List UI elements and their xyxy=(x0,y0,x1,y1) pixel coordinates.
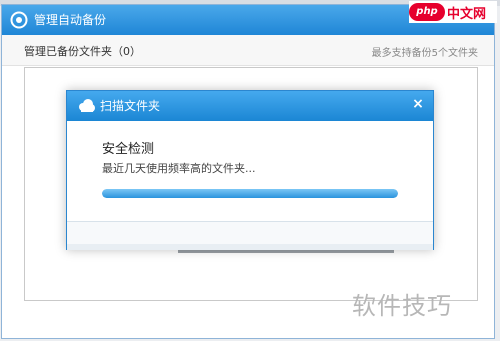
php-logo: php xyxy=(409,3,445,21)
bottom-watermark: 软件技巧 xyxy=(352,292,452,320)
gear-icon xyxy=(10,11,28,29)
scan-folder-dialog: 扫描文件夹 × 安全检测 最近几天使用频率高的文件夹... xyxy=(66,90,434,250)
dialog-body: 安全检测 最近几天使用频率高的文件夹... xyxy=(67,121,433,221)
close-button[interactable]: × xyxy=(407,93,429,115)
security-check-subtitle: 最近几天使用频率高的文件夹... xyxy=(102,162,256,175)
progress-fill xyxy=(102,189,398,198)
main-title: 管理自动备份 xyxy=(34,13,107,27)
dialog-footer xyxy=(67,221,433,250)
progress-bar xyxy=(102,189,398,198)
dialog-titlebar[interactable]: 扫描文件夹 × xyxy=(67,91,433,121)
security-check-title: 安全检测 xyxy=(102,142,155,157)
cloud-icon xyxy=(79,99,95,112)
php-text: 中文网 xyxy=(447,7,487,22)
folder-header-row: 管理已备份文件夹（0） 最多支持备份5个文件夹 xyxy=(2,35,494,66)
dialog-title: 扫描文件夹 xyxy=(100,99,161,113)
folder-count-label: 管理已备份文件夹（0） xyxy=(24,45,141,58)
dialog-bottom-rule xyxy=(67,244,433,250)
max-folders-note: 最多支持备份5个文件夹 xyxy=(371,48,478,59)
php-watermark: php 中文网 xyxy=(409,1,497,23)
